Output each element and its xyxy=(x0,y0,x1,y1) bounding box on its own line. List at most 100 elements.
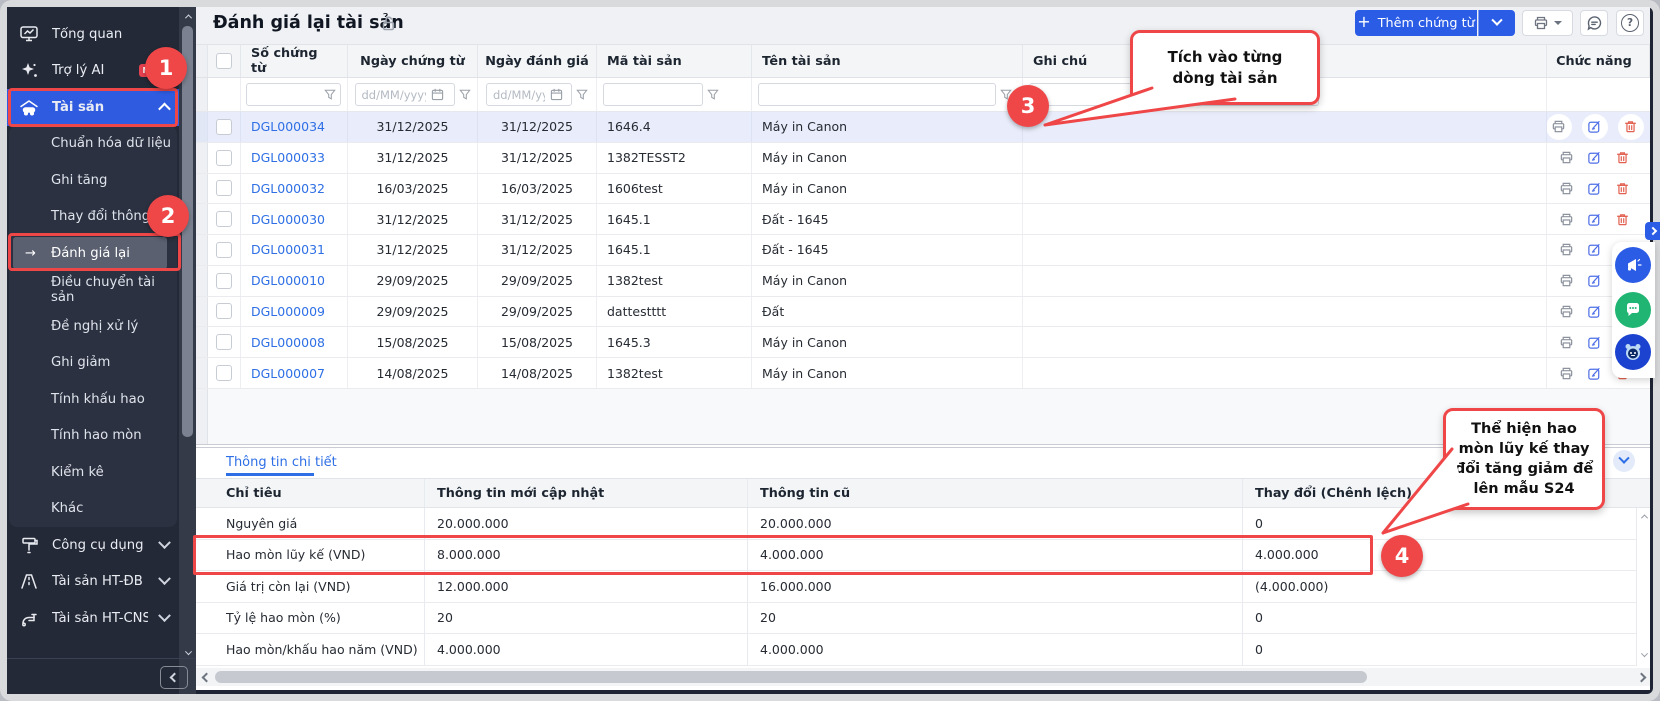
detail-row[interactable]: Nguyên giá 20.000.000 20.000.000 0 xyxy=(196,508,1650,540)
sidebar-subitem[interactable]: → Tính hao mòn xyxy=(9,418,177,455)
filter-eval-date-input[interactable] xyxy=(491,87,547,103)
row-checkbox[interactable] xyxy=(216,334,232,350)
edit-row-button[interactable] xyxy=(1586,333,1604,351)
sidebar-subitem[interactable]: → Ghi tăng xyxy=(9,162,177,199)
print-row-button[interactable] xyxy=(1558,333,1576,351)
table-row[interactable]: DGL000009 29/09/2025 29/09/2025 dattestt… xyxy=(196,297,1650,328)
filter-asset-name-input[interactable] xyxy=(763,87,991,103)
sidebar-collapse-button[interactable] xyxy=(160,666,188,689)
sidebar-subitem[interactable]: → Ghi giảm xyxy=(9,345,177,382)
print-row-button[interactable] xyxy=(1558,241,1576,259)
filter-funnel-icon[interactable] xyxy=(459,89,471,101)
column-header-eval-date[interactable]: Ngày đánh giá xyxy=(478,45,597,77)
edit-row-button[interactable] xyxy=(1586,272,1604,290)
delete-row-button[interactable] xyxy=(1614,149,1632,167)
filter-asset-code-input[interactable] xyxy=(608,87,698,103)
delete-row-button[interactable] xyxy=(1618,114,1644,140)
scroll-down-icon[interactable] xyxy=(1640,652,1648,660)
edit-row-button[interactable] xyxy=(1586,179,1604,197)
row-checkbox[interactable] xyxy=(216,365,232,381)
row-checkbox[interactable] xyxy=(216,180,232,196)
detail-row[interactable]: Giá trị còn lại (VND) 12.000.000 16.000.… xyxy=(196,571,1650,603)
sidebar-item-tools[interactable]: Công cụ dụng cụ xyxy=(7,527,179,564)
edit-row-button[interactable] xyxy=(1586,302,1604,320)
filter-funnel-icon[interactable] xyxy=(707,89,719,101)
sidebar-item-ai-assistant[interactable]: Trợ lý AI NEW xyxy=(7,53,179,90)
column-header-note[interactable]: Ghi chú xyxy=(1023,45,1547,77)
scroll-left-icon[interactable] xyxy=(201,672,211,682)
sidebar-subitem[interactable]: → Tính khấu hao xyxy=(9,381,177,418)
print-row-button[interactable] xyxy=(1547,114,1572,140)
scroll-up-icon[interactable] xyxy=(1640,512,1648,520)
filter-funnel-icon[interactable] xyxy=(576,89,588,101)
print-row-button[interactable] xyxy=(1558,302,1576,320)
table-row[interactable]: DGL000007 14/08/2025 14/08/2025 1382test… xyxy=(196,358,1650,389)
sidebar-subitem[interactable]: → Chuẩn hóa dữ liệu xyxy=(9,126,177,163)
calendar-icon[interactable] xyxy=(550,88,563,101)
sidebar-subitem[interactable]: → Điều chuyển tài sản xyxy=(9,272,177,309)
add-document-button[interactable]: + Thêm chứng từ xyxy=(1355,10,1477,36)
sidebar-subitem[interactable]: → Thay đổi thông tin xyxy=(9,199,177,236)
filter-doc-no-input[interactable] xyxy=(251,87,321,103)
doc-no-link[interactable]: DGL000031 xyxy=(251,242,325,257)
sidebar-subitem[interactable]: → Khác xyxy=(9,491,177,528)
column-header-doc-date[interactable]: Ngày chứng từ xyxy=(348,45,478,77)
feedback-button[interactable] xyxy=(1580,10,1608,36)
doc-no-link[interactable]: DGL000010 xyxy=(251,273,325,288)
detail-vertical-scrollbar[interactable] xyxy=(1636,508,1650,666)
row-checkbox[interactable] xyxy=(216,242,232,258)
detail-row[interactable]: Tỷ lệ hao mòn (%) 20 20 0 xyxy=(196,603,1650,635)
sidebar-item-assets-ht-cns[interactable]: Tài sản HT-CNS xyxy=(7,600,179,637)
sidebar-subitem[interactable]: → Kiểm kê xyxy=(9,454,177,491)
scroll-right-icon[interactable] xyxy=(1636,672,1646,682)
print-row-button[interactable] xyxy=(1558,364,1576,382)
print-row-button[interactable] xyxy=(1558,149,1576,167)
column-header-asset-name[interactable]: Tên tài sản xyxy=(752,45,1023,77)
horizontal-scrollbar-thumb[interactable] xyxy=(215,671,1367,683)
sidebar-subitem[interactable]: → Đánh giá lại xyxy=(9,235,177,272)
detail-row[interactable]: Hao mòn/khấu hao năm (VND) 4.000.000 4.0… xyxy=(196,634,1650,666)
detail-row[interactable]: Hao mòn lũy kế (VND) 8.000.000 4.000.000… xyxy=(196,540,1650,572)
table-row[interactable]: DGL000032 16/03/2025 16/03/2025 1606test… xyxy=(196,174,1650,205)
filter-doc-date-input[interactable] xyxy=(360,87,428,103)
select-all-checkbox[interactable] xyxy=(216,53,232,69)
row-checkbox[interactable] xyxy=(216,119,232,135)
sidebar-subitem[interactable]: → Đề nghị xử lý xyxy=(9,308,177,345)
row-checkbox[interactable] xyxy=(216,273,232,289)
add-document-dropdown-button[interactable] xyxy=(1478,10,1515,36)
edit-row-button[interactable] xyxy=(1586,149,1604,167)
doc-no-link[interactable]: DGL000033 xyxy=(251,150,325,165)
doc-no-link[interactable]: DGL000007 xyxy=(251,366,325,381)
doc-no-link[interactable]: DGL000009 xyxy=(251,304,325,319)
doc-no-link[interactable]: DGL000032 xyxy=(251,181,325,196)
table-row[interactable]: DGL000033 31/12/2025 31/12/2025 1382TESS… xyxy=(196,143,1650,174)
print-button[interactable] xyxy=(1522,10,1573,36)
edit-row-button[interactable] xyxy=(1586,210,1604,228)
doc-no-link[interactable]: DGL000034 xyxy=(251,119,325,134)
doc-no-link[interactable]: DGL000008 xyxy=(251,335,325,350)
table-row[interactable]: DGL000010 29/09/2025 29/09/2025 1382test… xyxy=(196,266,1650,297)
filter-funnel-icon[interactable] xyxy=(1000,89,1012,101)
announcement-button[interactable] xyxy=(1615,247,1651,283)
table-row[interactable]: DGL000034 31/12/2025 31/12/2025 1646.4 M… xyxy=(196,112,1650,143)
unlock-icon[interactable] xyxy=(380,15,397,32)
row-checkbox[interactable] xyxy=(216,211,232,227)
sidebar-scrollbar-thumb[interactable] xyxy=(182,26,193,437)
delete-row-button[interactable] xyxy=(1614,179,1632,197)
help-button[interactable]: ? xyxy=(1616,10,1644,36)
expand-helper-tab[interactable] xyxy=(1645,222,1660,240)
collapse-detail-button[interactable] xyxy=(1613,450,1635,472)
print-row-button[interactable] xyxy=(1558,179,1576,197)
column-header-doc-no[interactable]: Số chứng từ xyxy=(241,45,348,77)
sidebar-item-overview[interactable]: Tổng quan xyxy=(7,16,179,53)
sidebar-item-assets-ht-db[interactable]: Tài sản HT-ĐB xyxy=(7,564,179,601)
print-row-button[interactable] xyxy=(1558,272,1576,290)
row-checkbox[interactable] xyxy=(216,150,232,166)
scroll-up-icon[interactable] xyxy=(183,11,193,21)
calendar-icon[interactable] xyxy=(431,88,444,101)
assistant-mascot-button[interactable] xyxy=(1615,334,1651,370)
sidebar-item-assets[interactable]: Tài sản xyxy=(7,89,179,126)
delete-row-button[interactable] xyxy=(1614,210,1632,228)
tab-detail-info[interactable]: Thông tin chi tiết xyxy=(226,455,337,470)
column-header-asset-code[interactable]: Mã tài sản xyxy=(597,45,752,77)
